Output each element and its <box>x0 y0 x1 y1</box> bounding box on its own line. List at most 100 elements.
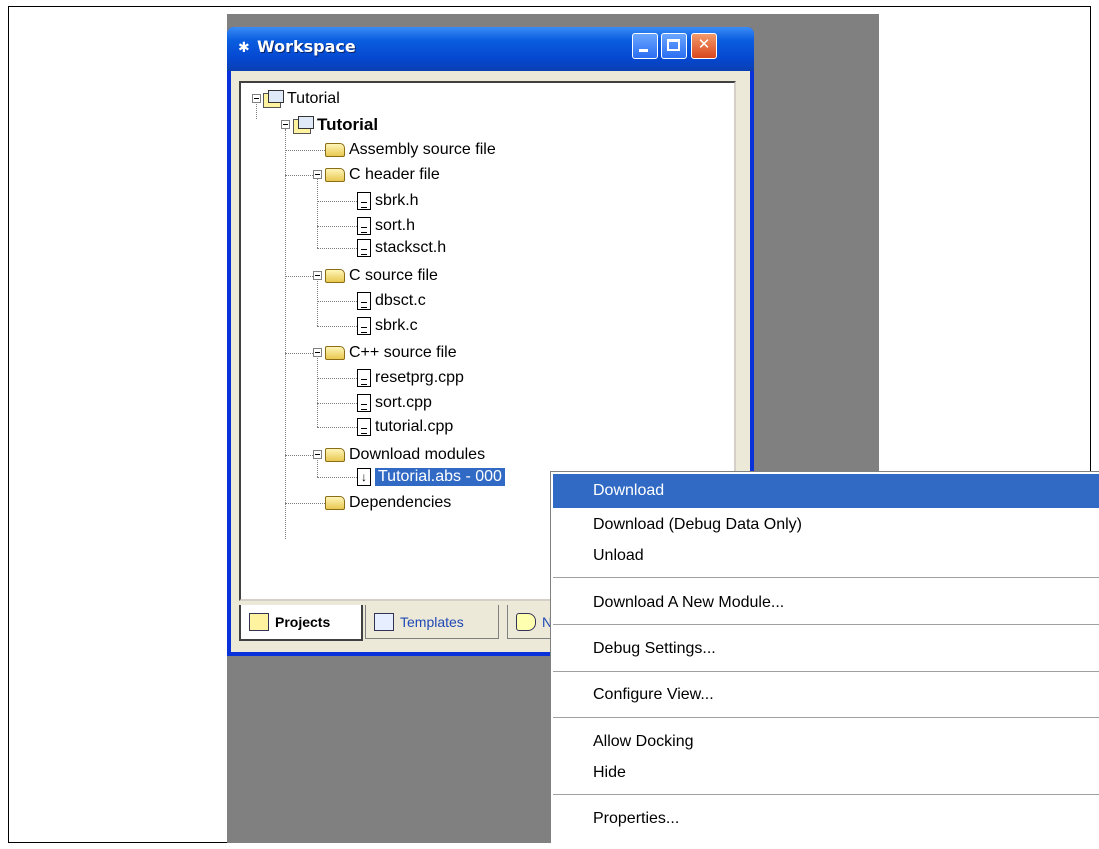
tree-item-label: tutorial.cpp <box>375 418 454 435</box>
tree-line <box>317 457 318 477</box>
tree-line <box>285 175 313 176</box>
tree-line <box>317 477 357 478</box>
tree-item-label: Download modules <box>349 446 486 463</box>
tree-item-label: C source file <box>349 267 438 284</box>
menu-item-label: Configure View... <box>593 686 714 703</box>
workspace-icon <box>263 90 284 108</box>
close-icon: ✕ <box>697 35 711 53</box>
tree-item-label: Tutorial <box>287 90 340 107</box>
projects-icon <box>249 613 269 631</box>
collapse-toggle[interactable] <box>313 271 322 280</box>
tree-file[interactable]: resetprg.cpp <box>357 366 464 390</box>
tree-line <box>285 129 286 539</box>
menu-item-download-debug-data[interactable]: Download (Debug Data Only) <box>553 508 1099 542</box>
menu-item-download[interactable]: Download <box>553 474 1099 508</box>
menu-item-hide[interactable]: Hide <box>553 756 1099 790</box>
menu-item-label: Unload <box>593 547 644 564</box>
file-icon <box>357 192 371 210</box>
tree-line <box>317 301 357 302</box>
tree-file[interactable]: dbsct.c <box>357 289 426 313</box>
menu-item-allow-docking[interactable]: Allow Docking <box>553 725 1099 759</box>
collapse-toggle[interactable] <box>281 120 290 129</box>
tree-item-project[interactable]: Tutorial <box>293 113 378 137</box>
menu-item-label: Download <box>593 482 665 499</box>
menu-item-label: Hide <box>593 764 626 781</box>
tree-folder-assembly[interactable]: Assembly source file <box>325 138 496 162</box>
tree-item-label: C header file <box>349 166 440 183</box>
tree-line <box>285 353 313 354</box>
tree-file[interactable]: tutorial.cpp <box>357 415 453 439</box>
tree-item-label: Assembly source file <box>349 141 496 158</box>
close-button[interactable]: ✕ <box>691 33 717 59</box>
title-bar[interactable]: ✱ Workspace ✕ <box>227 27 754 71</box>
tree-item-download-module[interactable]: ↓ Tutorial.abs - 000 <box>357 465 505 489</box>
menu-item-label: Allow Docking <box>593 733 694 750</box>
tab-label: Templates <box>400 613 464 630</box>
navigation-icon <box>516 612 536 631</box>
menu-item-label: Download (Debug Data Only) <box>593 516 802 533</box>
folder-icon <box>325 496 345 510</box>
tree-item-label: C++ source file <box>349 344 457 361</box>
tree-line <box>317 378 357 379</box>
menu-item-label: Debug Settings... <box>593 640 716 657</box>
menu-item-unload[interactable]: Unload <box>553 539 1099 573</box>
project-icon <box>293 116 314 134</box>
menu-item-configure-view[interactable]: Configure View... <box>553 678 1099 712</box>
workspace-icon: ✱ <box>238 40 250 56</box>
menu-separator <box>553 717 1099 718</box>
tree-line <box>285 150 325 151</box>
tree-item-label: sort.h <box>375 217 416 234</box>
tab-projects[interactable]: Projects <box>239 605 363 641</box>
maximize-button[interactable] <box>661 33 687 59</box>
tree-folder-c-header[interactable]: C header file <box>325 163 440 187</box>
folder-icon <box>325 143 345 157</box>
file-icon <box>357 369 371 387</box>
tree-file[interactable]: sort.cpp <box>357 391 432 415</box>
tree-line <box>317 226 357 227</box>
context-menu: Download Download (Debug Data Only) Unlo… <box>550 471 1099 843</box>
menu-item-debug-settings[interactable]: Debug Settings... <box>553 632 1099 666</box>
menu-item-properties[interactable]: Properties... <box>553 802 1099 836</box>
collapse-toggle[interactable] <box>313 348 322 357</box>
download-arrow-icon: ↓ <box>357 468 371 486</box>
folder-icon <box>325 448 345 462</box>
collapse-toggle[interactable] <box>252 94 261 103</box>
menu-separator <box>553 794 1099 795</box>
folder-icon <box>325 269 345 283</box>
tree-item-label: Dependencies <box>349 494 452 511</box>
tree-item-label: sort.cpp <box>375 394 432 411</box>
collapse-toggle[interactable] <box>313 170 322 179</box>
menu-item-label: Properties... <box>593 810 680 827</box>
menu-separator <box>553 671 1099 672</box>
file-icon <box>357 292 371 310</box>
collapse-toggle[interactable] <box>313 450 322 459</box>
tree-file[interactable]: sbrk.h <box>357 189 419 213</box>
maximize-icon <box>667 39 680 51</box>
tree-file[interactable]: stacksct.h <box>357 236 446 260</box>
tree-item-label: dbsct.c <box>375 292 426 309</box>
tree-folder-cpp-source[interactable]: C++ source file <box>325 341 457 365</box>
tree-file[interactable]: sort.h <box>357 214 415 238</box>
folder-icon <box>325 346 345 360</box>
tree-item-label: sbrk.c <box>375 317 418 334</box>
tab-templates[interactable]: Templates <box>365 605 499 639</box>
tree-item-workspace[interactable]: Tutorial <box>263 87 340 111</box>
tree-line <box>317 326 357 327</box>
tree-item-label: resetprg.cpp <box>375 369 464 386</box>
tree-line <box>285 455 313 456</box>
tree-line <box>317 355 318 427</box>
minimize-icon <box>639 49 648 52</box>
file-icon <box>357 418 371 436</box>
tree-folder-dependencies[interactable]: Dependencies <box>325 491 451 515</box>
tree-item-label: Tutorial.abs - 000 <box>375 468 505 486</box>
tree-file[interactable]: sbrk.c <box>357 314 418 338</box>
tree-folder-c-source[interactable]: C source file <box>325 264 438 288</box>
file-icon <box>357 317 371 335</box>
file-icon <box>357 217 371 235</box>
folder-icon <box>325 168 345 182</box>
tree-line <box>317 403 357 404</box>
menu-item-download-new-module[interactable]: Download A New Module... <box>553 586 1099 620</box>
tree-folder-download-modules[interactable]: Download modules <box>325 443 485 467</box>
minimize-button[interactable] <box>632 33 658 59</box>
tree-line <box>285 276 313 277</box>
